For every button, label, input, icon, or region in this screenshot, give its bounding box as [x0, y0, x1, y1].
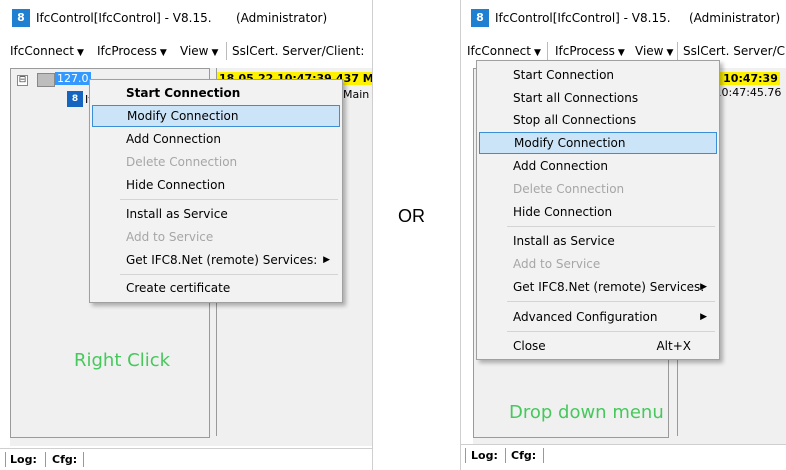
- app-logo-icon: 8: [471, 9, 489, 27]
- menubar-divider: [547, 42, 548, 60]
- chevron-down-icon: ▼: [617, 48, 625, 58]
- menubar-divider: [226, 42, 227, 60]
- menubar-divider: [677, 42, 678, 60]
- window-title-role: (Administrator): [236, 11, 328, 25]
- caption-drop-down-menu: Drop down menu: [509, 402, 664, 423]
- submenu-arrow-icon: ▶: [700, 312, 707, 322]
- chevron-down-icon: ▼: [159, 48, 167, 58]
- status-log: Log:: [471, 449, 498, 462]
- menu-sslcert[interactable]: SslCert. Server/Client:: [232, 44, 364, 58]
- window-title-role: (Administrator): [689, 11, 781, 25]
- ctx-hide-connection[interactable]: Hide Connection: [92, 174, 340, 196]
- dd-add-connection[interactable]: Add Connection: [479, 155, 717, 177]
- dd-advanced-configuration[interactable]: Advanced Configuration ▶: [479, 306, 717, 328]
- dd-start-all-connections[interactable]: Start all Connections: [479, 87, 717, 109]
- ctx-add-connection[interactable]: Add Connection: [92, 128, 340, 150]
- tree-collapse-icon[interactable]: ⊟: [17, 75, 28, 86]
- dd-hide-connection[interactable]: Hide Connection: [479, 201, 717, 223]
- menu-view[interactable]: View ▼: [180, 44, 218, 58]
- status-cfg: Cfg:: [511, 449, 537, 462]
- window-title: IfcControl[IfcControl] - V8.15.: [495, 11, 671, 25]
- ifc-node-icon: 8: [67, 91, 83, 107]
- menu-separator: [120, 274, 338, 275]
- status-divider: [543, 448, 544, 463]
- app-logo-icon: 8: [12, 9, 30, 27]
- menu-ifcprocess[interactable]: IfcProcess ▼: [555, 44, 625, 58]
- right-titlebar: 8 IfcControl[IfcControl] - V8.15. (Admin…: [461, 0, 786, 32]
- dd-get-remote-services-label: Get IFC8.Net (remote) Services:: [513, 280, 705, 294]
- submenu-arrow-icon: ▶: [323, 255, 330, 265]
- dd-modify-connection[interactable]: Modify Connection: [479, 132, 717, 154]
- log-line: Main: [343, 88, 370, 101]
- status-divider: [45, 452, 46, 467]
- menu-ifcprocess[interactable]: IfcProcess ▼: [97, 44, 167, 58]
- dd-advanced-configuration-label: Advanced Configuration: [513, 310, 658, 324]
- menu-sslcert[interactable]: SslCert. Server/Clie: [683, 44, 786, 58]
- dd-close-shortcut: Alt+X: [656, 339, 691, 353]
- right-menubar: IfcConnect ▼ IfcProcess ▼ View ▼ SslCert. S…: [461, 40, 786, 62]
- ctx-create-certificate[interactable]: Create certificate: [92, 277, 340, 299]
- chevron-down-icon: ▼: [666, 48, 674, 58]
- dd-start-connection[interactable]: Start Connection: [479, 64, 717, 86]
- chevron-down-icon: ▼: [76, 48, 84, 58]
- dd-install-service[interactable]: Install as Service: [479, 230, 717, 252]
- dd-stop-all-connections[interactable]: Stop all Connections: [479, 109, 717, 131]
- menu-ifcconnect[interactable]: IfcConnect ▼: [10, 44, 84, 58]
- ctx-start-connection[interactable]: Start Connection: [92, 82, 340, 104]
- server-icon: [37, 73, 55, 87]
- chevron-down-icon: ▼: [533, 48, 541, 58]
- dd-add-to-service[interactable]: Add to Service: [479, 253, 717, 275]
- ctx-install-service[interactable]: Install as Service: [92, 203, 340, 225]
- menu-view[interactable]: View ▼: [635, 44, 673, 58]
- dd-delete-connection[interactable]: Delete Connection: [479, 178, 717, 200]
- menu-separator: [507, 301, 715, 302]
- ctx-get-remote-services-label: Get IFC8.Net (remote) Services:: [126, 253, 318, 267]
- ctx-modify-connection[interactable]: Modify Connection: [92, 105, 340, 127]
- status-divider: [5, 452, 6, 467]
- menu-separator: [507, 226, 715, 227]
- dd-close[interactable]: Close Alt+X: [479, 335, 717, 357]
- left-statusbar: Log: Cfg:: [0, 448, 372, 470]
- right-statusbar: Log: Cfg:: [461, 444, 786, 467]
- left-window: 8 IfcControl[IfcControl] - V8.15. (Admin…: [0, 0, 373, 470]
- dd-close-label: Close: [513, 339, 546, 353]
- context-menu: Start Connection Modify Connection Add C…: [89, 79, 343, 303]
- menu-separator: [120, 199, 338, 200]
- tree-node-selected[interactable]: 127.0: [55, 72, 91, 85]
- left-titlebar: 8 IfcControl[IfcControl] - V8.15. (Admin…: [0, 0, 372, 32]
- dd-get-remote-services[interactable]: Get IFC8.Net (remote) Services: ▶: [479, 276, 717, 298]
- status-cfg: Cfg:: [52, 453, 78, 466]
- status-divider: [465, 448, 466, 463]
- dropdown-menu: Start Connection Start all Connections S…: [476, 60, 720, 360]
- submenu-arrow-icon: ▶: [700, 282, 707, 292]
- status-log: Log:: [10, 453, 37, 466]
- caption-right-click: Right Click: [74, 350, 171, 371]
- menu-separator: [507, 331, 715, 332]
- chevron-down-icon: ▼: [211, 48, 219, 58]
- menu-ifcconnect-active[interactable]: IfcConnect ▼: [467, 44, 541, 58]
- ctx-add-to-service[interactable]: Add to Service: [92, 226, 340, 248]
- right-window: 8 IfcControl[IfcControl] - V8.15. (Admin…: [460, 0, 786, 470]
- ctx-get-remote-services[interactable]: Get IFC8.Net (remote) Services: ▶: [92, 249, 340, 271]
- ctx-delete-connection[interactable]: Delete Connection: [92, 151, 340, 173]
- window-title: IfcControl[IfcControl] - V8.15.: [36, 11, 212, 25]
- left-menubar: IfcConnect ▼ IfcProcess ▼ View ▼ SslCert. S…: [0, 40, 372, 62]
- or-label: OR: [398, 206, 425, 226]
- status-divider: [505, 448, 506, 463]
- status-divider: [83, 452, 84, 467]
